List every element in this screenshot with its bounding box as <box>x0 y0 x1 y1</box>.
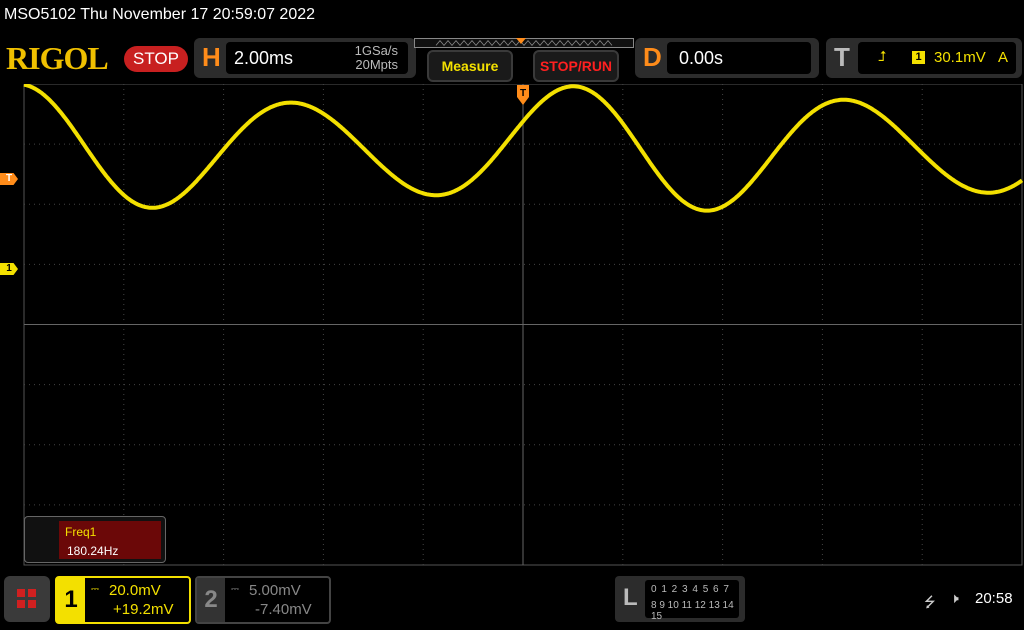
logic-channels-row1: 0 1 2 3 4 5 6 7 <box>651 584 730 595</box>
measurement-value: 180.24Hz <box>67 544 119 558</box>
delay-panel[interactable]: D 0.00s <box>635 38 819 78</box>
bottom-status-bar: 1 ⎓ 20.0mV +19.2mV 2 ⎓ 5.00mV -7.40mV L … <box>0 566 1024 630</box>
rising-edge-icon: ⮥ <box>878 48 887 64</box>
clock: 20:58 <box>975 590 1013 607</box>
delay-display: 0.00s <box>667 42 811 74</box>
channel1-scale: 20.0mV <box>109 582 161 599</box>
memory-trigger-marker <box>516 38 526 44</box>
channel2-scale: 5.00mV <box>249 582 301 599</box>
horizontal-panel[interactable]: H 2.00ms 1GSa/s 20Mpts <box>194 38 416 78</box>
delay-letter: D <box>643 42 662 72</box>
measure-button[interactable]: Measure <box>427 50 513 82</box>
trigger-letter: T <box>834 42 850 72</box>
stop-run-button[interactable]: STOP/RUN <box>533 50 619 82</box>
acquisition-info: 1GSa/s 20Mpts <box>355 44 398 72</box>
channel1-offset: +19.2mV <box>113 601 174 618</box>
delay-value: 0.00s <box>679 48 724 68</box>
grid-menu-icon <box>17 589 37 609</box>
sample-rate: 1GSa/s <box>354 43 398 58</box>
title-bar: MSO5102 Thu November 17 20:59:07 2022 <box>0 0 1024 30</box>
main-menu-button[interactable] <box>4 576 50 622</box>
measurement-label: Freq1 <box>65 525 97 539</box>
channel2-number: 2 <box>197 578 225 622</box>
logic-analyzer-letter: L <box>623 584 638 611</box>
logic-channels: 0 1 2 3 4 5 6 7 8 9 10 11 12 13 14 15 <box>645 580 739 622</box>
rigol-logo: RIGOL <box>6 40 109 76</box>
speaker-muted-icon[interactable]: 🕨 <box>950 590 959 607</box>
measurement-box[interactable]: Freq1 180.24Hz <box>24 516 166 563</box>
trigger-mode: A <box>998 49 1009 66</box>
waveform-display[interactable] <box>0 84 1024 566</box>
device-datetime: MSO5102 Thu November 17 20:59:07 2022 <box>4 6 316 23</box>
logic-channels-row2: 8 9 10 11 12 13 14 15 <box>651 600 734 622</box>
trigger-position-marker[interactable]: T <box>515 85 531 107</box>
trigger-position-label: T <box>520 88 526 99</box>
trigger-panel[interactable]: T ⮥ 1 30.1mV A <box>826 38 1022 78</box>
trigger-level: 30.1mV <box>934 49 986 66</box>
dc-coupling-icon: ⎓ <box>91 584 99 595</box>
dc-coupling-icon: ⎓ <box>231 584 239 595</box>
run-state-badge[interactable]: STOP <box>124 46 188 72</box>
usb-icon: ⭍ <box>924 594 936 610</box>
horizontal-letter: H <box>202 42 221 72</box>
channel1-settings[interactable]: 1 ⎓ 20.0mV +19.2mV <box>55 576 191 624</box>
memory-depth: 20Mpts <box>355 57 398 72</box>
trigger-display: ⮥ 1 30.1mV A <box>858 42 1016 74</box>
top-toolbar: RIGOL STOP H 2.00ms 1GSa/s 20Mpts Measur… <box>0 32 1024 84</box>
channel2-offset: -7.40mV <box>255 601 312 618</box>
channel1-number: 1 <box>57 578 85 622</box>
trigger-source: 1 <box>912 51 925 64</box>
timebase-value: 2.00ms <box>234 48 294 68</box>
logic-analyzer-panel[interactable]: L 0 1 2 3 4 5 6 7 8 9 10 11 12 13 14 15 <box>615 576 745 622</box>
channel2-settings[interactable]: 2 ⎓ 5.00mV -7.40mV <box>195 576 331 624</box>
horizontal-display: 2.00ms 1GSa/s 20Mpts <box>226 42 408 74</box>
